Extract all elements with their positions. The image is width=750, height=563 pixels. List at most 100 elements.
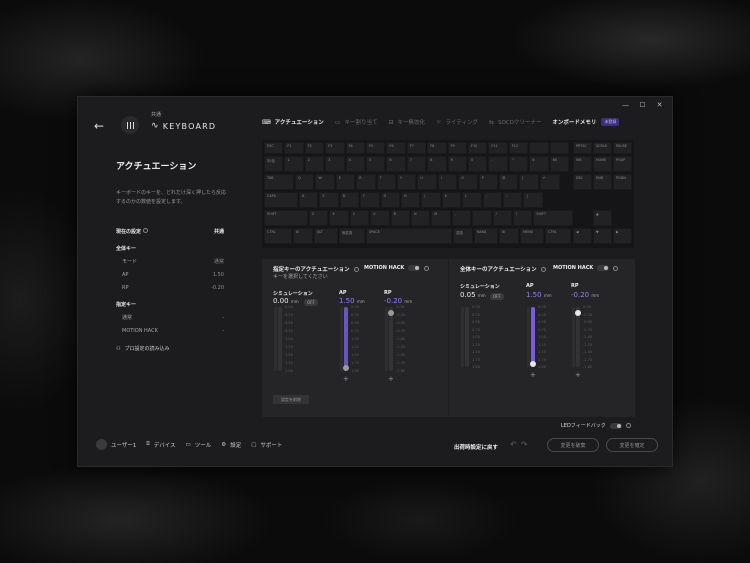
help-icon[interactable]: [142, 228, 148, 233]
key[interactable]: X: [329, 210, 349, 226]
key[interactable]: F7: [406, 142, 427, 154]
key[interactable]: ↵: [539, 174, 560, 190]
key[interactable]: F1: [284, 142, 304, 154]
key[interactable]: F6: [386, 142, 406, 154]
sim-slider-track[interactable]: [465, 307, 469, 367]
key[interactable]: /: [492, 210, 512, 226]
help-icon[interactable]: [424, 265, 430, 271]
key[interactable]: H: [401, 192, 421, 208]
key[interactable]: MENU: [520, 228, 544, 244]
key[interactable]: U: [417, 174, 437, 190]
led-feedback-toggle[interactable]: LEDフィードバック: [561, 422, 631, 429]
undo-icon[interactable]: ↶: [510, 440, 521, 449]
help-icon[interactable]: [613, 265, 619, 271]
discard-changes-button[interactable]: 変更を破棄: [547, 438, 599, 452]
motion-hack-toggle[interactable]: MOTION HACK: [364, 265, 430, 271]
key[interactable]: Y: [397, 174, 417, 190]
key[interactable]: 1: [284, 156, 304, 172]
tab-lighting[interactable]: ☼ ライティング: [436, 118, 478, 127]
sim-slider-track[interactable]: [278, 307, 282, 371]
key[interactable]: 9: [447, 156, 467, 172]
key[interactable]: 6: [386, 156, 406, 172]
ap-slider-knob[interactable]: [530, 361, 536, 367]
device-button[interactable]: ⌸ デバイス: [146, 441, 175, 449]
load-pro-settings-button[interactable]: ⚇ プロ設定の読み込み: [116, 345, 170, 353]
key[interactable]: F10: [468, 142, 488, 154]
key[interactable]: 0: [468, 156, 488, 172]
key[interactable]: BS: [549, 156, 569, 172]
key[interactable]: P: [478, 174, 498, 190]
key[interactable]: Z: [309, 210, 329, 226]
device-menu-button[interactable]: [121, 116, 139, 134]
motion-hack-toggle[interactable]: MOTION HACK: [553, 265, 619, 271]
key[interactable]: ⊞: [499, 228, 519, 244]
reset-default-button[interactable]: 出荷時設定に戻す: [454, 443, 498, 451]
key[interactable]: ALT: [314, 228, 338, 244]
key[interactable]: 無変換: [339, 228, 365, 244]
key[interactable]: SCRLK: [593, 142, 612, 154]
key[interactable]: -: [488, 156, 508, 172]
plus-icon[interactable]: +: [575, 371, 581, 379]
key[interactable]: 7: [406, 156, 427, 172]
tab-key-disable[interactable]: ⊟ キー無効化: [388, 118, 425, 127]
simulation-off-badge[interactable]: OFF: [490, 293, 504, 300]
key[interactable]: .: [472, 210, 492, 226]
key[interactable]: CTRL: [264, 228, 292, 244]
key[interactable]: PRTSC: [573, 142, 592, 154]
key[interactable]: G: [380, 192, 400, 208]
ap-slider-knob[interactable]: [343, 364, 349, 371]
key[interactable]: 4: [345, 156, 365, 172]
reset-settings-button[interactable]: 設定を削除: [273, 395, 309, 404]
key[interactable]: F12: [508, 142, 529, 154]
key[interactable]: 5: [366, 156, 386, 172]
key[interactable]: ^: [508, 156, 529, 172]
key[interactable]: CTRL: [545, 228, 571, 244]
key[interactable]: S: [319, 192, 339, 208]
key[interactable]: ▼: [593, 228, 612, 244]
redo-icon[interactable]: ↷: [521, 440, 532, 449]
key[interactable]: 変換: [453, 228, 473, 244]
key[interactable]: \: [513, 210, 533, 226]
help-icon[interactable]: [353, 266, 359, 272]
key[interactable]: HOME: [593, 156, 612, 172]
tab-actuation[interactable]: ⌨ アクチュエーション: [262, 118, 324, 127]
close-icon[interactable]: ✕: [655, 101, 664, 109]
user-button[interactable]: ユーザー1: [96, 439, 136, 450]
key[interactable]: ]: [523, 192, 543, 208]
key[interactable]: ,: [451, 210, 472, 226]
key[interactable]: [: [519, 174, 539, 190]
settings-button[interactable]: ⚙ 設定: [221, 441, 241, 449]
key[interactable]: END: [593, 174, 612, 190]
key[interactable]: F2: [304, 142, 325, 154]
key[interactable]: F8: [427, 142, 447, 154]
confirm-changes-button[interactable]: 変更を確定: [606, 438, 658, 452]
key[interactable]: V: [370, 210, 390, 226]
key[interactable]: F3: [325, 142, 345, 154]
key[interactable]: I: [437, 174, 458, 190]
key[interactable]: PAUSE: [613, 142, 632, 154]
rp-slider-track[interactable]: [389, 307, 393, 371]
key[interactable]: J: [421, 192, 441, 208]
key[interactable]: ◀: [573, 228, 592, 244]
toggle-switch[interactable]: [597, 265, 610, 271]
key[interactable]: F: [360, 192, 380, 208]
key[interactable]: R: [356, 174, 376, 190]
key[interactable]: SHIFT: [264, 210, 308, 226]
key[interactable]: F9: [447, 142, 467, 154]
key[interactable]: E: [335, 174, 356, 190]
key[interactable]: O: [458, 174, 478, 190]
key[interactable]: N: [411, 210, 431, 226]
key[interactable]: K: [441, 192, 462, 208]
key[interactable]: ▶: [613, 228, 632, 244]
tool-button[interactable]: ▭ ツール: [186, 441, 212, 449]
key[interactable]: ;: [482, 192, 502, 208]
key[interactable]: SPACE: [366, 228, 452, 244]
key[interactable]: C: [349, 210, 370, 226]
key[interactable]: B: [390, 210, 410, 226]
key[interactable]: 8: [427, 156, 447, 172]
key[interactable]: D: [339, 192, 360, 208]
key[interactable]: CAPS: [264, 192, 298, 208]
toggle-switch[interactable]: [609, 422, 622, 429]
key[interactable]: 半/全: [264, 156, 284, 172]
rp-slider-track[interactable]: [576, 307, 580, 367]
